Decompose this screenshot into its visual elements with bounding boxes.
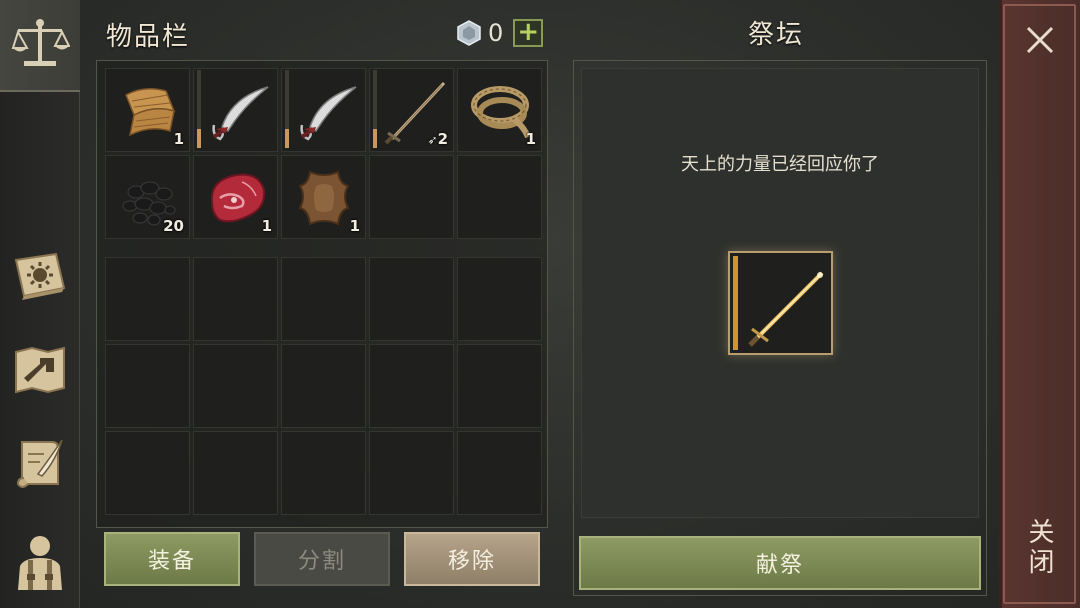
currency-value: 0 — [488, 19, 504, 47]
tab-quests[interactable] — [0, 418, 80, 510]
inventory-slot-empty[interactable] — [457, 155, 542, 239]
golden-sword-icon — [748, 271, 824, 347]
inventory-slot[interactable] — [281, 68, 366, 152]
inventory-slot-empty[interactable] — [105, 344, 190, 428]
item-count: ➶2 — [427, 130, 449, 148]
inventory-slot[interactable]: ➶2 — [369, 68, 454, 152]
plus-icon: + — [517, 17, 540, 47]
arrow-icon: ➶ — [427, 133, 438, 147]
inventory-slot[interactable]: 20 — [105, 155, 190, 239]
inventory-slot-empty[interactable] — [193, 344, 278, 428]
inventory-slot-empty[interactable] — [193, 431, 278, 515]
inventory-slot-empty[interactable] — [457, 344, 542, 428]
inventory-grid-bottom — [105, 257, 542, 515]
inventory-slot-empty[interactable] — [281, 257, 366, 341]
map-arrow-icon — [15, 346, 65, 394]
inventory-title: 物品栏 — [106, 22, 191, 52]
close-label[interactable]: 关闭 — [1024, 518, 1058, 578]
inventory-slot-empty[interactable] — [369, 344, 454, 428]
tab-trade[interactable] — [0, 0, 80, 92]
durability-bar — [197, 70, 201, 148]
inventory-slot-empty[interactable] — [281, 431, 366, 515]
altar-message: 天上的力量已经回应你了 — [681, 154, 879, 175]
inventory-slot-empty[interactable] — [457, 257, 542, 341]
item-count: 1 — [261, 217, 272, 235]
inventory-slot-empty[interactable] — [105, 431, 190, 515]
character-icon — [18, 536, 62, 590]
inventory-slot[interactable]: 1 — [193, 155, 278, 239]
durability-bar — [373, 70, 377, 148]
inventory-slot-empty[interactable] — [105, 257, 190, 341]
remove-button[interactable]: 移除 — [404, 532, 540, 586]
sidebar — [0, 0, 80, 608]
inventory-slot[interactable]: 1 — [105, 68, 190, 152]
offering-slot[interactable] — [728, 251, 833, 355]
inventory-slot[interactable] — [193, 68, 278, 152]
durability-bar — [285, 70, 289, 148]
scimitar-icon — [300, 86, 357, 141]
equip-button[interactable]: 装备 — [104, 532, 240, 586]
game-screen: 物品栏 0 + 1 ➶2 1 20 1 1 装备 分割 移除 祭坛 天上的力量已… — [0, 0, 1080, 608]
inventory-grid-top: 1 ➶2 1 20 1 1 — [105, 68, 542, 239]
item-count: 1 — [173, 130, 184, 148]
durability-bar — [733, 256, 738, 350]
split-button[interactable]: 分割 — [254, 532, 390, 586]
inventory-slot[interactable]: 1 — [281, 155, 366, 239]
sun-book-icon — [14, 252, 66, 300]
quest-scroll-icon — [16, 439, 63, 488]
close-panel-border — [1003, 4, 1076, 604]
item-count: 1 — [525, 130, 536, 148]
close-x-icon[interactable] — [1024, 24, 1056, 56]
sacrifice-button[interactable]: 献祭 — [579, 536, 981, 590]
scales-icon — [11, 19, 70, 66]
tab-map[interactable] — [0, 324, 80, 416]
inventory-slot-empty[interactable] — [457, 431, 542, 515]
inventory-slot-empty[interactable] — [281, 344, 366, 428]
silver-gem-icon — [457, 20, 481, 46]
inventory-slot[interactable]: 1 — [457, 68, 542, 152]
altar-title: 祭坛 — [748, 20, 805, 50]
add-currency-button[interactable]: + — [513, 17, 544, 47]
currency-display: 0 + — [456, 17, 544, 48]
tab-skills[interactable] — [0, 230, 80, 322]
item-count: 20 — [163, 217, 184, 235]
tab-character[interactable] — [0, 514, 80, 606]
scimitar-icon — [212, 86, 269, 141]
inventory-slot-empty[interactable] — [193, 257, 278, 341]
item-count: 1 — [349, 217, 360, 235]
inventory-slot-empty[interactable] — [369, 431, 454, 515]
inventory-slot-empty[interactable] — [369, 257, 454, 341]
inventory-slot-empty[interactable] — [369, 155, 454, 239]
